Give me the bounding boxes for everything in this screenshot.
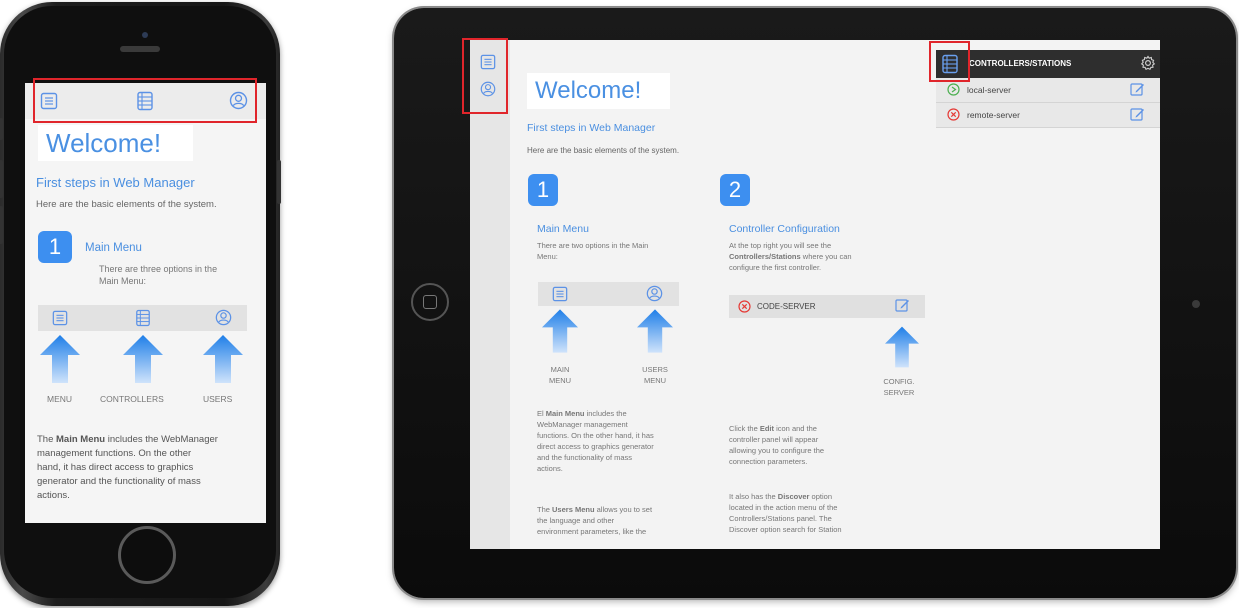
step-title: Main Menu	[85, 242, 142, 254]
step-2-description: At the top right you will see the Contro…	[729, 241, 852, 272]
arrow-up-icon	[123, 335, 163, 383]
page-title: Welcome!	[38, 125, 193, 161]
step-description-line-2: Main Menu:	[99, 276, 147, 286]
highlight-box-tablet-sidebar	[462, 38, 508, 114]
phone-volume-up	[0, 160, 3, 198]
arrow-up-icon	[40, 335, 80, 383]
tablet-screen: Welcome! First steps in Web Manager Here…	[470, 40, 1160, 549]
arrow-up-icon	[203, 335, 243, 383]
server-name-remote: remote-server	[967, 110, 1020, 120]
phone-home-button[interactable]	[118, 526, 176, 584]
label-users-menu: USERS MENU	[642, 365, 668, 385]
highlight-box-tablet-controllers	[929, 41, 970, 82]
section-subtitle: First steps in Web Manager	[36, 175, 195, 190]
edit-icon[interactable]	[1130, 82, 1145, 97]
tablet-home-button[interactable]	[411, 283, 449, 321]
edit-icon[interactable]	[1130, 107, 1145, 122]
phone-volume-down	[0, 206, 3, 244]
main-menu-description: The Main Menu includes the WebManager ma…	[37, 434, 218, 501]
menu-list-icon	[52, 310, 68, 326]
tablet-camera	[1192, 300, 1200, 308]
step-1-title: Main Menu	[537, 223, 589, 235]
step-1-paragraph-1: El Main Menu includes the WebManager man…	[537, 409, 654, 473]
sidebar	[470, 40, 510, 549]
highlight-box-phone-menu	[33, 78, 257, 123]
edit-icon[interactable]	[895, 298, 910, 313]
step-1-paragraph-2: The Users Menu allows you to set the lan…	[537, 505, 653, 536]
page-title: Welcome!	[527, 73, 670, 109]
phone-speaker	[120, 46, 160, 52]
step-2-paragraph-1: Click the Edit icon and the controller p…	[729, 424, 825, 466]
intro-text: Here are the basic elements of the syste…	[36, 199, 217, 210]
error-icon	[947, 108, 960, 121]
error-icon	[738, 300, 751, 313]
step-2-paragraph-2: It also has the Discover option located …	[729, 492, 842, 534]
users-icon	[646, 285, 663, 302]
intro-text: Here are the basic elements of the syste…	[527, 146, 680, 155]
server-name-local: local-server	[967, 85, 1011, 95]
controllers-icon	[135, 309, 151, 327]
step-description-line-1: There are three options in the	[99, 264, 218, 274]
step-2-title: Controller Configuration	[729, 223, 840, 235]
arrow-up-icon	[542, 308, 578, 354]
users-icon	[215, 309, 232, 326]
step-number-badge: 1	[38, 231, 72, 263]
menu-list-icon	[552, 286, 568, 302]
step-1-badge: 1	[528, 174, 558, 206]
label-config-server: CONFIG. SERVER	[883, 377, 915, 397]
arrow-up-icon	[637, 308, 673, 354]
controllers-panel-title: CONTROLLERS/STATIONS	[969, 59, 1072, 68]
arrow-up-icon	[885, 325, 919, 369]
section-subtitle: First steps in Web Manager	[527, 122, 656, 134]
gear-icon[interactable]	[1140, 55, 1156, 71]
phone-screen: Welcome! First steps in Web Manager Here…	[25, 83, 266, 523]
label-controllers: CONTROLLERS	[100, 394, 164, 404]
phone-mute-switch	[0, 118, 3, 140]
step-2-badge: 2	[720, 174, 750, 206]
ok-status-icon	[947, 83, 960, 96]
phone-front-camera	[142, 32, 148, 38]
code-server-name: CODE-SERVER	[757, 302, 816, 311]
phone-power-button	[277, 160, 281, 204]
label-main-menu: MAIN MENU	[548, 365, 572, 385]
label-users: USERS	[203, 394, 233, 404]
step-1-description: There are two options in the Main Menu:	[537, 241, 649, 261]
label-menu: MENU	[47, 394, 73, 404]
